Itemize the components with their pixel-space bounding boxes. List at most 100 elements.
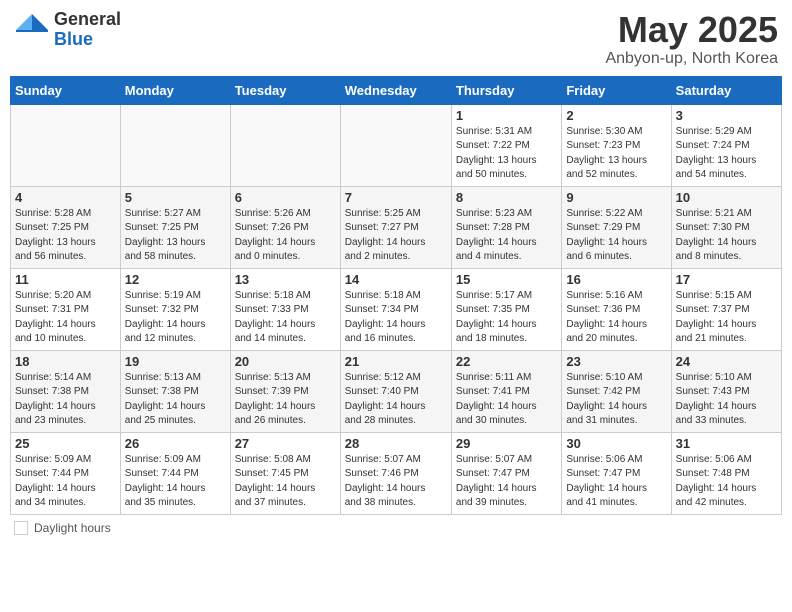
legend-box: [14, 521, 28, 535]
day-number: 26: [125, 436, 226, 451]
calendar-week-row: 1Sunrise: 5:31 AM Sunset: 7:22 PM Daylig…: [11, 104, 782, 186]
calendar-cell: 5 Sunrise: 5:27 AM Sunset: 7:25 PM Daylig…: [120, 186, 230, 268]
calendar-cell: 29 Sunrise: 5:07 AM Sunset: 7:47 PM Dayli…: [451, 432, 561, 514]
logo-icon: [14, 12, 50, 48]
day-info: Sunrise: 5:28 AM Sunset: 7:25 PM Dayligh…: [15, 207, 116, 265]
day-number: 5: [125, 190, 226, 205]
calendar-week-row: 18 Sunrise: 5:14 AM Sunset: 7:38 PM Dayli…: [11, 350, 782, 432]
calendar-cell: 30Sunrise: 5:06 AM Sunset: 7:47 PM Dayli…: [562, 432, 671, 514]
day-number: 24: [676, 354, 777, 369]
calendar-cell: 6Sunrise: 5:26 AM Sunset: 7:26 PM Daylig…: [230, 186, 340, 268]
logo-blue-text: Blue: [54, 30, 121, 50]
weekday-header: Thursday: [451, 76, 561, 104]
day-info: Sunrise: 5:19 AM Sunset: 7:32 PM Dayligh…: [125, 289, 226, 347]
day-info: Sunrise: 5:09 AM Sunset: 7:44 PM Dayligh…: [15, 453, 116, 511]
day-info: Sunrise: 5:31 AM Sunset: 7:22 PM Dayligh…: [456, 125, 557, 183]
calendar-week-row: 11 Sunrise: 5:20 AM Sunset: 7:31 PM Dayli…: [11, 268, 782, 350]
calendar-cell: 4Sunrise: 5:28 AM Sunset: 7:25 PM Daylig…: [11, 186, 121, 268]
day-info: Sunrise: 5:20 AM Sunset: 7:31 PM Dayligh…: [15, 289, 116, 347]
calendar-cell: 1Sunrise: 5:31 AM Sunset: 7:22 PM Daylig…: [451, 104, 561, 186]
calendar-cell: 16 Sunrise: 5:16 AM Sunset: 7:36 PM Dayli…: [562, 268, 671, 350]
day-info: Sunrise: 5:08 AM Sunset: 7:45 PM Dayligh…: [235, 453, 336, 511]
day-number: 17: [676, 272, 777, 287]
weekday-header: Wednesday: [340, 76, 451, 104]
calendar-cell: 14Sunrise: 5:18 AM Sunset: 7:34 PM Dayli…: [340, 268, 451, 350]
day-number: 16: [566, 272, 666, 287]
day-number: 20: [235, 354, 336, 369]
calendar-table: SundayMondayTuesdayWednesdayThursdayFrid…: [10, 76, 782, 515]
day-number: 31: [676, 436, 777, 451]
calendar-week-row: 25 Sunrise: 5:09 AM Sunset: 7:44 PM Dayli…: [11, 432, 782, 514]
calendar-cell: 2Sunrise: 5:30 AM Sunset: 7:23 PM Daylig…: [562, 104, 671, 186]
logo: General Blue: [14, 10, 121, 50]
day-number: 10: [676, 190, 777, 205]
day-info: Sunrise: 5:09 AM Sunset: 7:44 PM Dayligh…: [125, 453, 226, 511]
day-info: Sunrise: 5:27 AM Sunset: 7:25 PM Dayligh…: [125, 207, 226, 265]
day-info: Sunrise: 5:10 AM Sunset: 7:42 PM Dayligh…: [566, 371, 666, 429]
calendar-cell: 31 Sunrise: 5:06 AM Sunset: 7:48 PM Dayli…: [671, 432, 781, 514]
day-info: Sunrise: 5:16 AM Sunset: 7:36 PM Dayligh…: [566, 289, 666, 347]
day-number: 11: [15, 272, 116, 287]
title-area: May 2025 Anbyon-up, North Korea: [605, 10, 778, 68]
calendar-cell: 3 Sunrise: 5:29 AM Sunset: 7:24 PM Daylig…: [671, 104, 781, 186]
calendar-cell: 13Sunrise: 5:18 AM Sunset: 7:33 PM Dayli…: [230, 268, 340, 350]
day-info: Sunrise: 5:06 AM Sunset: 7:48 PM Dayligh…: [676, 453, 777, 511]
day-info: Sunrise: 5:07 AM Sunset: 7:47 PM Dayligh…: [456, 453, 557, 511]
day-number: 12: [125, 272, 226, 287]
day-info: Sunrise: 5:13 AM Sunset: 7:39 PM Dayligh…: [235, 371, 336, 429]
calendar-cell: 17 Sunrise: 5:15 AM Sunset: 7:37 PM Dayli…: [671, 268, 781, 350]
calendar-cell: 12 Sunrise: 5:19 AM Sunset: 7:32 PM Dayli…: [120, 268, 230, 350]
calendar-cell: 10Sunrise: 5:21 AM Sunset: 7:30 PM Dayli…: [671, 186, 781, 268]
day-info: Sunrise: 5:15 AM Sunset: 7:37 PM Dayligh…: [676, 289, 777, 347]
weekday-header: Friday: [562, 76, 671, 104]
day-number: 28: [345, 436, 447, 451]
calendar-cell: [340, 104, 451, 186]
calendar-cell: 9Sunrise: 5:22 AM Sunset: 7:29 PM Daylig…: [562, 186, 671, 268]
calendar-cell: 25 Sunrise: 5:09 AM Sunset: 7:44 PM Dayli…: [11, 432, 121, 514]
legend: Daylight hours: [10, 521, 782, 535]
calendar-cell: 8Sunrise: 5:23 AM Sunset: 7:28 PM Daylig…: [451, 186, 561, 268]
calendar-cell: 26 Sunrise: 5:09 AM Sunset: 7:44 PM Dayli…: [120, 432, 230, 514]
day-info: Sunrise: 5:13 AM Sunset: 7:38 PM Dayligh…: [125, 371, 226, 429]
calendar-week-row: 4Sunrise: 5:28 AM Sunset: 7:25 PM Daylig…: [11, 186, 782, 268]
day-number: 13: [235, 272, 336, 287]
day-info: Sunrise: 5:25 AM Sunset: 7:27 PM Dayligh…: [345, 207, 447, 265]
day-number: 22: [456, 354, 557, 369]
calendar-cell: 27 Sunrise: 5:08 AM Sunset: 7:45 PM Dayli…: [230, 432, 340, 514]
day-info: Sunrise: 5:14 AM Sunset: 7:38 PM Dayligh…: [15, 371, 116, 429]
day-number: 18: [15, 354, 116, 369]
day-number: 3: [676, 108, 777, 123]
calendar-cell: 11 Sunrise: 5:20 AM Sunset: 7:31 PM Dayli…: [11, 268, 121, 350]
day-number: 29: [456, 436, 557, 451]
day-info: Sunrise: 5:29 AM Sunset: 7:24 PM Dayligh…: [676, 125, 777, 183]
day-number: 25: [15, 436, 116, 451]
calendar-cell: 7 Sunrise: 5:25 AM Sunset: 7:27 PM Daylig…: [340, 186, 451, 268]
calendar-cell: 21Sunrise: 5:12 AM Sunset: 7:40 PM Dayli…: [340, 350, 451, 432]
day-number: 14: [345, 272, 447, 287]
day-number: 6: [235, 190, 336, 205]
weekday-header: Tuesday: [230, 76, 340, 104]
day-number: 21: [345, 354, 447, 369]
calendar-cell: [120, 104, 230, 186]
day-info: Sunrise: 5:11 AM Sunset: 7:41 PM Dayligh…: [456, 371, 557, 429]
weekday-header: Saturday: [671, 76, 781, 104]
calendar-cell: 19Sunrise: 5:13 AM Sunset: 7:38 PM Dayli…: [120, 350, 230, 432]
day-number: 30: [566, 436, 666, 451]
weekday-header-row: SundayMondayTuesdayWednesdayThursdayFrid…: [11, 76, 782, 104]
legend-item: Daylight hours: [14, 521, 782, 535]
month-title: May 2025: [605, 10, 778, 50]
calendar-cell: [11, 104, 121, 186]
calendar-cell: 20 Sunrise: 5:13 AM Sunset: 7:39 PM Dayli…: [230, 350, 340, 432]
calendar-cell: 15Sunrise: 5:17 AM Sunset: 7:35 PM Dayli…: [451, 268, 561, 350]
day-number: 7: [345, 190, 447, 205]
location: Anbyon-up, North Korea: [605, 50, 778, 68]
calendar-cell: [230, 104, 340, 186]
weekday-header: Sunday: [11, 76, 121, 104]
day-info: Sunrise: 5:07 AM Sunset: 7:46 PM Dayligh…: [345, 453, 447, 511]
day-number: 23: [566, 354, 666, 369]
day-number: 27: [235, 436, 336, 451]
calendar-cell: 28 Sunrise: 5:07 AM Sunset: 7:46 PM Dayli…: [340, 432, 451, 514]
day-info: Sunrise: 5:22 AM Sunset: 7:29 PM Dayligh…: [566, 207, 666, 265]
day-info: Sunrise: 5:10 AM Sunset: 7:43 PM Dayligh…: [676, 371, 777, 429]
day-number: 8: [456, 190, 557, 205]
